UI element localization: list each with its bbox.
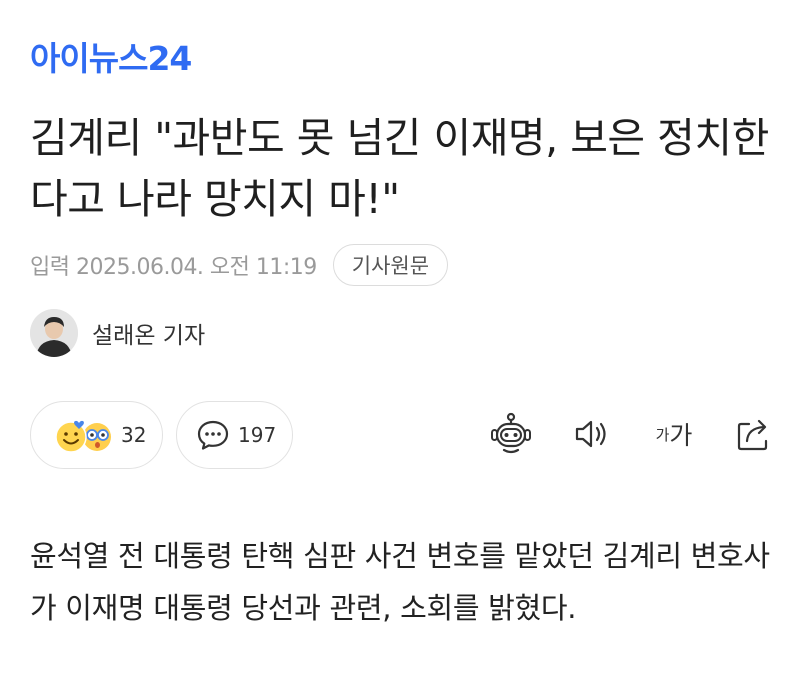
article-meta: 입력 2025.06.04. 오전 11:19 기사원문: [30, 244, 449, 286]
read-aloud-button[interactable]: [568, 410, 616, 458]
brand-logo[interactable]: 아이뉴스24: [30, 32, 192, 80]
ai-summary-button[interactable]: [487, 410, 535, 458]
comment-count: 197: [238, 423, 277, 447]
comment-icon: [197, 420, 229, 450]
reaction-button[interactable]: 32: [30, 401, 163, 469]
emoji-reaction-icon: [55, 420, 111, 453]
article-body: 윤석열 전 대통령 탄핵 심판 사건 변호를 맡았던 김계리 변호사가 이재명 …: [30, 539, 770, 625]
font-size-small-glyph: 가: [655, 425, 670, 444]
publish-date: 입력 2025.06.04. 오전 11:19: [30, 255, 317, 280]
share-icon: [737, 419, 768, 451]
author-avatar: [30, 309, 78, 357]
author-name: 설래온 기자: [92, 323, 206, 349]
comment-button[interactable]: 197: [176, 401, 293, 469]
ai-summary-bot-icon: [491, 412, 531, 454]
speaker-icon: [575, 420, 606, 448]
original-article-button[interactable]: 기사원문: [332, 244, 449, 286]
like-count: 32: [121, 423, 147, 447]
font-size-large-glyph: 가: [669, 421, 693, 450]
article-headline: 김계리 "과반도 못 넘긴 이재명, 보은 정치한다고 나라 망치지 마!": [30, 114, 769, 223]
author-byline[interactable]: 설래온 기자: [30, 308, 205, 358]
font-size-button[interactable]: 가 가: [646, 410, 702, 458]
share-button[interactable]: [730, 410, 778, 458]
